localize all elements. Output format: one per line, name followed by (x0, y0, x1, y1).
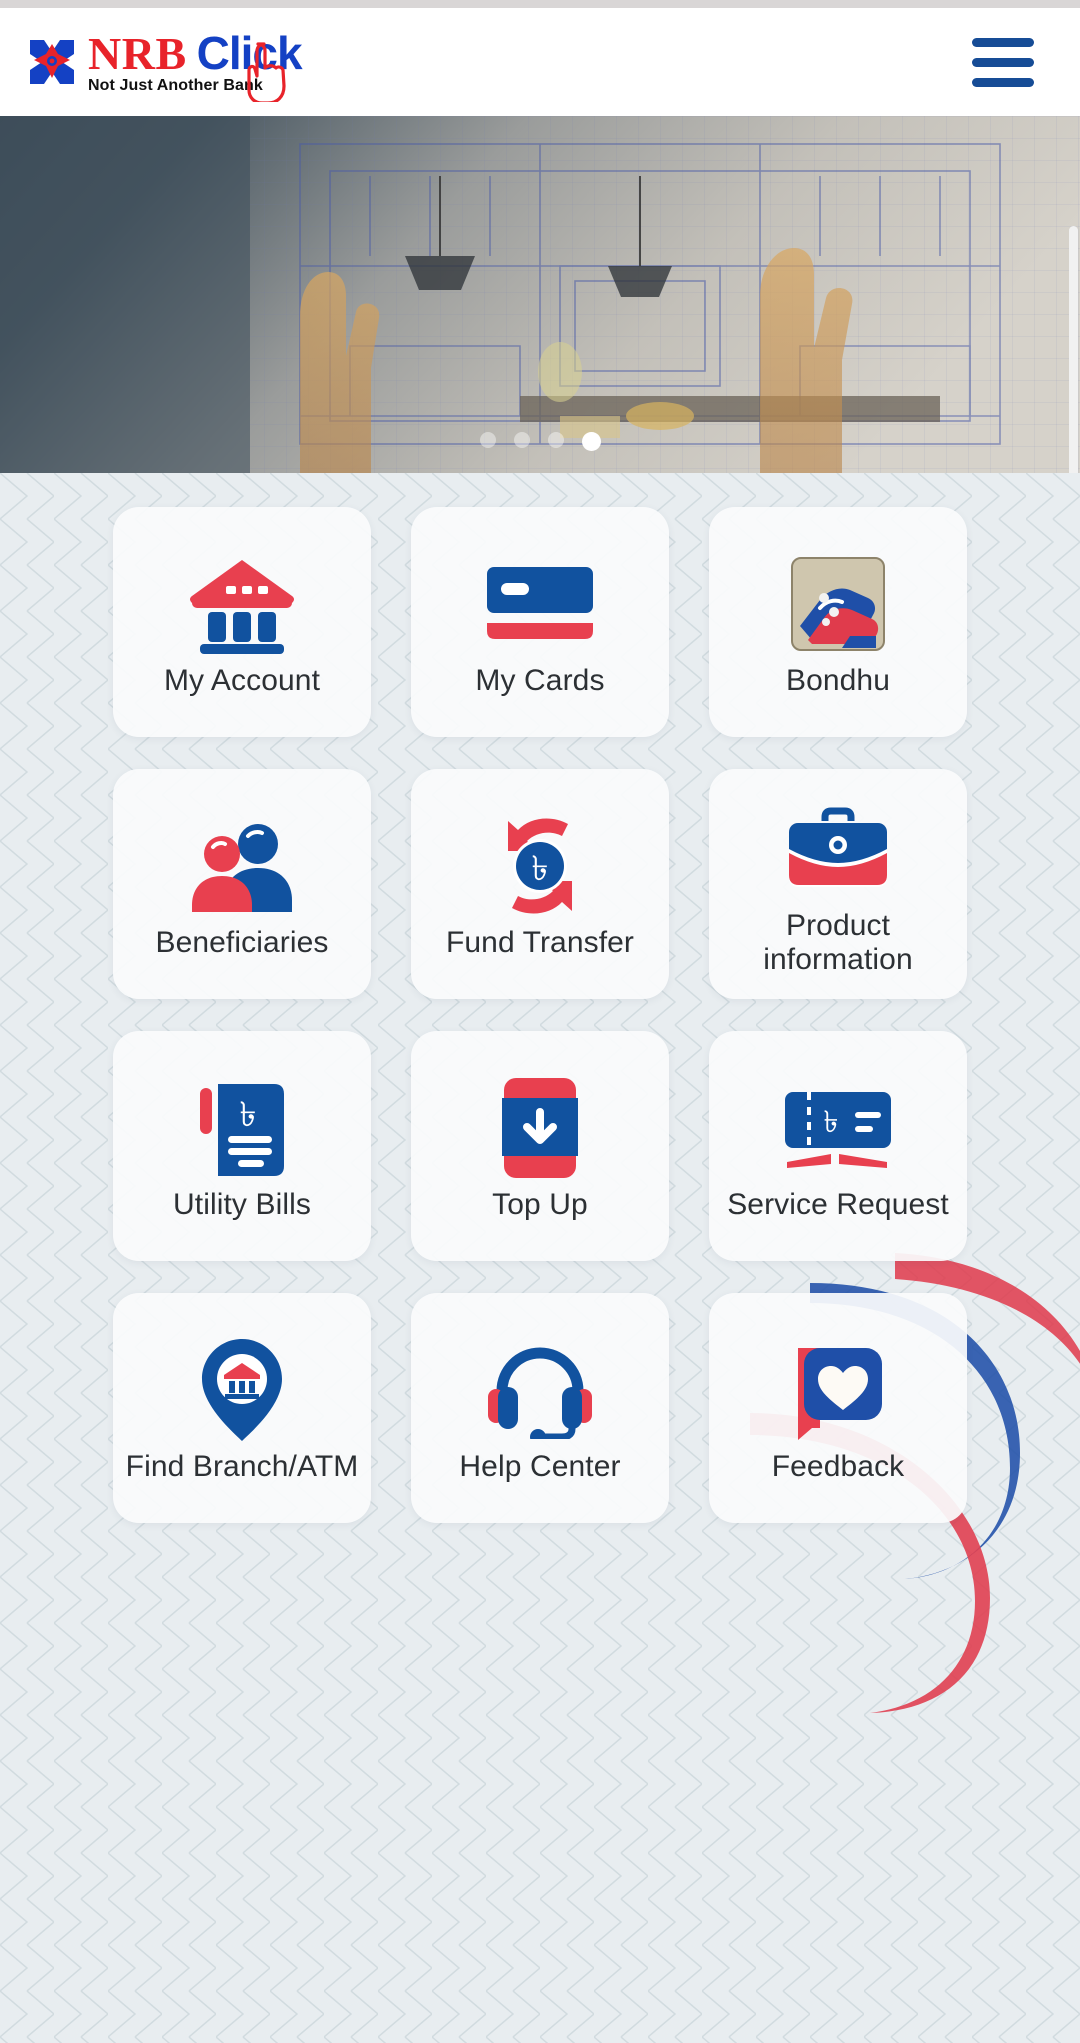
handshake-icon (773, 550, 903, 658)
page-scrollbar[interactable] (1069, 226, 1078, 473)
tile-fund-transfer[interactable]: ৳ Fund Transfer (411, 769, 669, 999)
brand-logo[interactable]: NRB Click Not Just Another Bank (26, 28, 303, 102)
credit-card-icon (475, 550, 605, 658)
briefcase-icon (773, 795, 903, 903)
carousel-dot-1[interactable] (479, 432, 496, 448)
hero-carousel[interactable] (0, 116, 1080, 473)
menu-bar-1 (972, 37, 1034, 47)
tile-find-branch-atm[interactable]: Find Branch/ATM (113, 1293, 371, 1523)
headset-icon (475, 1336, 605, 1444)
chat-heart-icon (773, 1336, 903, 1444)
cheque-pencil-icon: ৳ (773, 1074, 903, 1182)
carousel-slide-image (0, 116, 1080, 473)
carousel-dot-3[interactable] (547, 432, 564, 448)
map-pin-bank-icon (177, 1336, 307, 1444)
tile-label: Utility Bills (173, 1188, 311, 1222)
tile-label: Bondhu (785, 664, 891, 698)
tile-label: My Account (163, 664, 321, 698)
tile-label: Feedback (771, 1450, 905, 1484)
tile-beneficiaries[interactable]: Beneficiaries (113, 769, 371, 999)
svg-text:৳: ৳ (240, 1097, 257, 1134)
tile-label: Fund Transfer (445, 926, 635, 960)
phone-download-icon (475, 1074, 605, 1182)
nrb-emblem-icon (26, 36, 78, 88)
tile-help-center[interactable]: Help Center (411, 1293, 669, 1523)
tile-feedback[interactable]: Feedback (709, 1293, 967, 1523)
menu-bar-3 (972, 77, 1034, 87)
hamburger-menu-icon[interactable] (972, 35, 1034, 89)
tile-label: My Cards (475, 664, 605, 698)
tile-label: Find Branch/ATM (125, 1450, 359, 1484)
tile-utility-bills[interactable]: ৳ Utility Bills (113, 1031, 371, 1261)
tile-label: Product information (763, 908, 913, 977)
menu-grid-section: My Account My Cards Bondhu Beneficiaries… (0, 473, 1080, 2043)
carousel-dot-4[interactable] (581, 432, 601, 451)
taka-circular-arrows-icon: ৳ (475, 812, 605, 920)
bank-building-icon (177, 550, 307, 658)
pointing-hand-icon (247, 42, 286, 102)
menu-grid: My Account My Cards Bondhu Beneficiaries… (0, 473, 1080, 1523)
status-bar-strip (0, 0, 1080, 8)
carousel-dot-2[interactable] (513, 432, 530, 448)
tile-service-request[interactable]: ৳ Service Request (709, 1031, 967, 1261)
tile-bondhu[interactable]: Bondhu (709, 507, 967, 737)
svg-text:৳: ৳ (824, 1106, 839, 1139)
tile-label: Beneficiaries (155, 926, 329, 960)
tile-my-cards[interactable]: My Cards (411, 507, 669, 737)
two-people-icon (177, 812, 307, 920)
tile-label: Top Up (492, 1188, 588, 1222)
taka-bill-book-icon: ৳ (177, 1074, 307, 1182)
tile-my-account[interactable]: My Account (113, 507, 371, 737)
svg-text:৳: ৳ (532, 851, 549, 888)
brand-name-nrb: NRB (88, 28, 187, 79)
tile-label: Help Center (459, 1450, 621, 1484)
tile-label: Service Request (727, 1188, 949, 1222)
tile-product-information[interactable]: Product information (709, 769, 967, 999)
menu-bar-2 (972, 57, 1034, 67)
app-header: NRB Click Not Just Another Bank (0, 8, 1080, 116)
carousel-dots[interactable] (0, 432, 1080, 451)
tile-top-up[interactable]: Top Up (411, 1031, 669, 1261)
brand-name-click: Click (197, 30, 303, 102)
